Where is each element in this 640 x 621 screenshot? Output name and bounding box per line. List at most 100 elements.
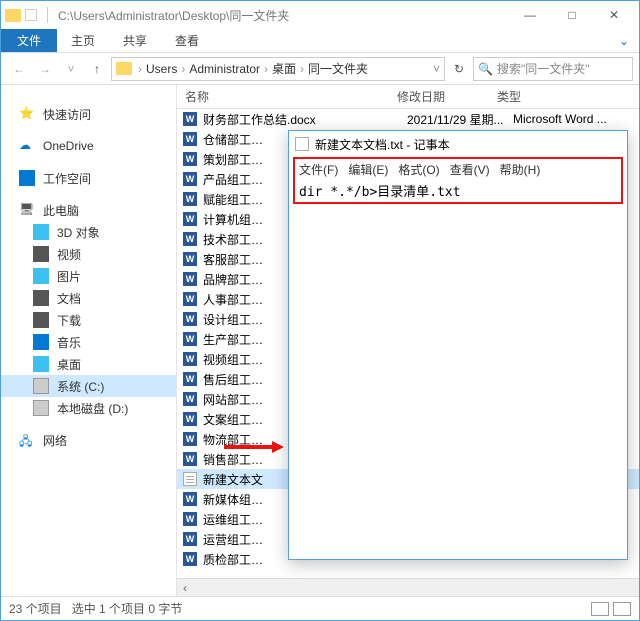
sidebar-item[interactable]: 🖥此电脑 [1, 199, 176, 221]
sidebar-item[interactable]: ☁OneDrive [1, 135, 176, 157]
sidebar-item[interactable]: 系统 (C:) [1, 375, 176, 397]
scroll-left-button[interactable]: ‹ [177, 578, 639, 596]
file-name: 运营组工作总结 [203, 531, 275, 548]
breadcrumb-item[interactable]: 桌面 [268, 60, 300, 77]
txt-file-icon [183, 472, 197, 486]
file-name: 策划部工作总结 [203, 151, 275, 168]
notepad-menu: 文件(F) 编辑(E) 格式(O) 查看(V) 帮助(H) [295, 159, 621, 179]
breadcrumb-item[interactable]: Users [142, 62, 181, 76]
file-name: 客服部工作总结 [203, 251, 275, 268]
file-row[interactable]: W财务部工作总结.docx2021/11/29 星期...Microsoft W… [177, 109, 639, 129]
file-name: 仓储部工作总结 [203, 131, 275, 148]
folder-icon [116, 62, 132, 75]
back-button[interactable]: ← [7, 57, 31, 81]
breadcrumb-item[interactable]: Administrator [185, 62, 264, 76]
sidebar-item[interactable]: 文档 [1, 287, 176, 309]
notepad-content[interactable]: dir *.*/b>目录清单.txt [295, 179, 621, 202]
tab-view[interactable]: 查看 [161, 29, 213, 52]
file-type: Microsoft Word ... [513, 112, 607, 126]
col-type[interactable]: 类型 [497, 88, 639, 105]
word-file-icon: W [183, 452, 197, 466]
menu-edit[interactable]: 编辑(E) [348, 161, 388, 178]
sidebar-item-label: 文档 [57, 290, 81, 307]
sidebar-item[interactable]: 桌面 [1, 353, 176, 375]
notepad-icon [295, 137, 309, 151]
menu-help[interactable]: 帮助(H) [500, 161, 541, 178]
file-name: 品牌部工作总结 [203, 271, 275, 288]
sidebar-item-label: 网络 [43, 432, 67, 449]
notepad-window[interactable]: 新建文本文档.txt - 记事本 文件(F) 编辑(E) 格式(O) 查看(V)… [288, 130, 628, 560]
history-dropdown-icon[interactable]: ˅ [59, 57, 83, 81]
file-name: 计算机组工作总 [203, 211, 275, 228]
sidebar-item-label: OneDrive [43, 139, 94, 153]
maximize-button[interactable]: □ [551, 1, 593, 29]
breadcrumb-dropdown-icon[interactable]: ˅ [433, 62, 440, 76]
3d-icon [33, 224, 49, 240]
view-mode-icons [591, 602, 631, 616]
tab-share[interactable]: 共享 [109, 29, 161, 52]
sidebar-item[interactable]: 下载 [1, 309, 176, 331]
forward-button[interactable]: → [33, 57, 57, 81]
sidebar-item-label: 音乐 [57, 334, 81, 351]
sidebar-item[interactable]: 3D 对象 [1, 221, 176, 243]
file-name: 售后组工作总结 [203, 371, 275, 388]
word-file-icon: W [183, 312, 197, 326]
status-count: 23 个项目 [9, 600, 62, 617]
sidebar-item[interactable]: 图片 [1, 265, 176, 287]
sidebar-item[interactable]: ⭐快速访问 [1, 103, 176, 125]
word-file-icon: W [183, 432, 197, 446]
menu-view[interactable]: 查看(V) [450, 161, 490, 178]
titlebar[interactable]: C:\Users\Administrator\Desktop\同一文件夹 — □… [1, 1, 639, 29]
word-file-icon: W [183, 492, 197, 506]
sidebar-item[interactable]: 视频 [1, 243, 176, 265]
refresh-button[interactable]: ↻ [447, 62, 471, 76]
desk-icon [33, 356, 49, 372]
word-file-icon: W [183, 372, 197, 386]
word-file-icon: W [183, 232, 197, 246]
sidebar-item-label: 3D 对象 [57, 224, 100, 241]
file-date: 2021/11/29 星期... [407, 111, 507, 128]
annotation-highlight-box: 文件(F) 编辑(E) 格式(O) 查看(V) 帮助(H) dir *.*/b>… [293, 157, 623, 204]
word-file-icon: W [183, 512, 197, 526]
minimize-button[interactable]: — [509, 1, 551, 29]
menu-format[interactable]: 格式(O) [398, 161, 439, 178]
tab-file[interactable]: 文件 [1, 29, 57, 52]
file-name: 新建文本文 [203, 471, 275, 488]
sidebar-item[interactable]: 🖧网络 [1, 429, 176, 451]
thumbnails-view-icon[interactable] [613, 602, 631, 616]
ribbon-chevron-icon[interactable]: ⌄ [609, 29, 639, 52]
navbar: ← → ˅ ↑ › Users › Administrator › 桌面 › 同… [1, 53, 639, 85]
title-path: C:\Users\Administrator\Desktop\同一文件夹 [58, 7, 289, 24]
col-name[interactable]: 名称 [177, 88, 397, 105]
menu-file[interactable]: 文件(F) [299, 161, 338, 178]
word-file-icon: W [183, 412, 197, 426]
sidebar-item[interactable]: 工作空间 [1, 167, 176, 189]
file-name: 物流部工作总结 [203, 431, 275, 448]
sidebar-item[interactable]: 本地磁盘 (D:) [1, 397, 176, 419]
status-selection: 选中 1 个项目 0 字节 [72, 600, 183, 617]
word-file-icon: W [183, 332, 197, 346]
notepad-titlebar[interactable]: 新建文本文档.txt - 记事本 [289, 131, 627, 157]
breadcrumb-item[interactable]: 同一文件夹 [304, 60, 372, 77]
search-icon: 🔍 [478, 62, 493, 76]
up-button[interactable]: ↑ [85, 57, 109, 81]
pic-icon [33, 268, 49, 284]
file-name: 网站部工作总结 [203, 391, 275, 408]
window-controls: — □ ✕ [509, 1, 635, 29]
sidebar-item-label: 工作空间 [43, 170, 91, 187]
word-file-icon: W [183, 152, 197, 166]
word-file-icon: W [183, 132, 197, 146]
close-button[interactable]: ✕ [593, 1, 635, 29]
sidebar-item-label: 桌面 [57, 356, 81, 373]
details-view-icon[interactable] [591, 602, 609, 616]
word-file-icon: W [183, 352, 197, 366]
sidebar-item[interactable]: 音乐 [1, 331, 176, 353]
sidebar-item-label: 图片 [57, 268, 81, 285]
breadcrumb[interactable]: › Users › Administrator › 桌面 › 同一文件夹 ˅ [111, 57, 445, 81]
drive-icon [33, 378, 49, 394]
tab-home[interactable]: 主页 [57, 29, 109, 52]
file-name: 视频组工作总结 [203, 351, 275, 368]
search-input[interactable]: 🔍 搜索"同一文件夹" [473, 57, 633, 81]
col-date[interactable]: 修改日期 [397, 88, 497, 105]
separator [47, 7, 48, 23]
